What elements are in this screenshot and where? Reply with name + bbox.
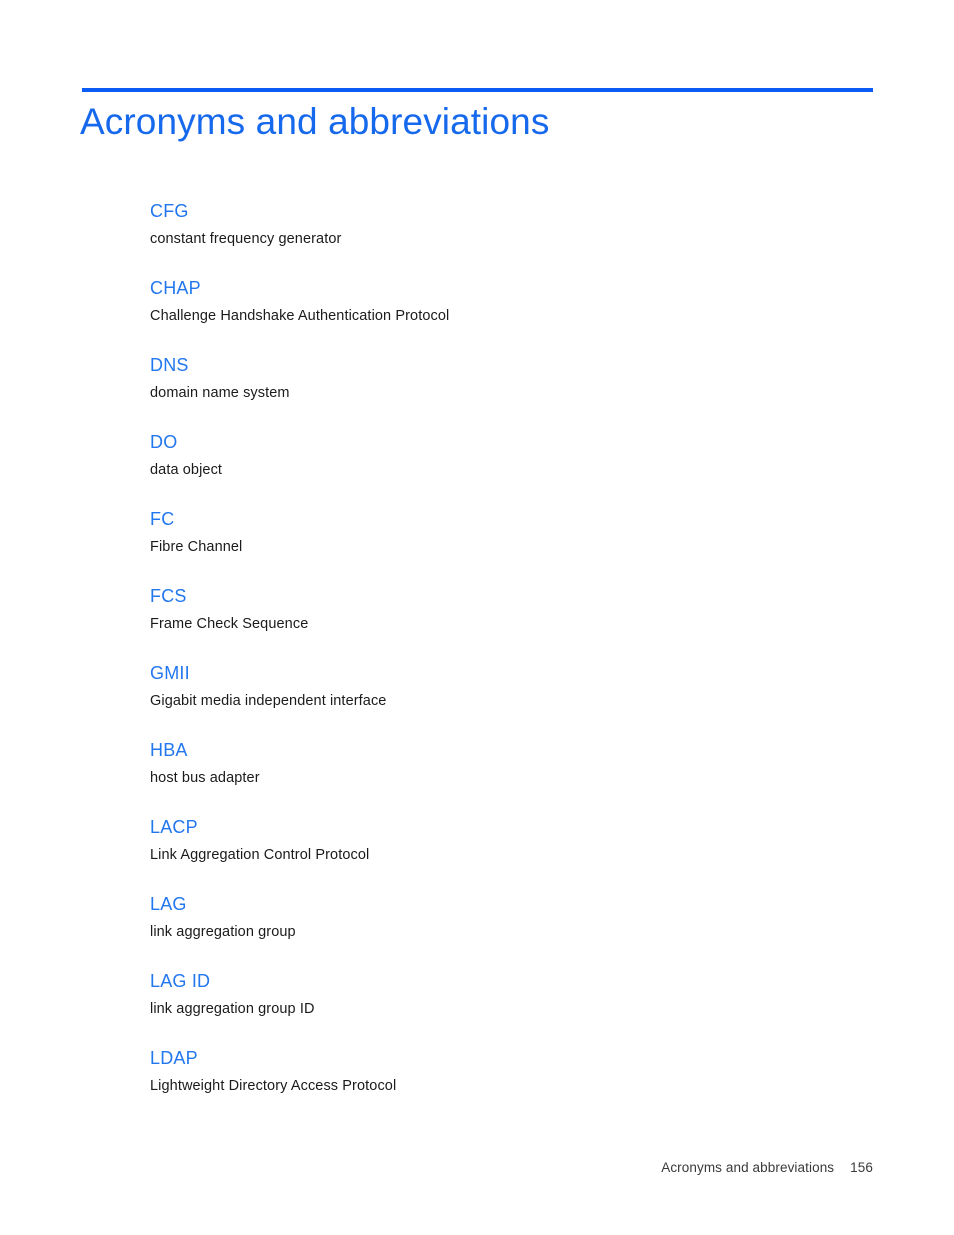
glossary-term: HBA [150,740,188,760]
glossary-entry: HBA host bus adapter [150,739,850,788]
glossary-entry: DO data object [150,431,850,480]
glossary-definition: host bus adapter [150,770,260,786]
glossary-term: FCS [150,586,187,606]
page-title: Acronyms and abbreviations [80,101,550,142]
footer-section-label: Acronyms and abbreviations [661,1160,835,1175]
glossary-entry: FC Fibre Channel [150,508,850,557]
glossary-term: FC [150,509,175,529]
glossary-term: DO [150,432,178,452]
glossary-entry: DNS domain name system [150,354,850,403]
glossary-definition: Gigabit media independent interface [150,693,387,709]
glossary-entry: GMII Gigabit media independent interface [150,662,850,711]
glossary-term: LACP [150,817,198,837]
glossary-entry: FCS Frame Check Sequence [150,585,850,634]
document-page: Acronyms and abbreviations CFG constant … [0,0,954,1235]
glossary-list: CFG constant frequency generator CHAP Ch… [150,200,850,1096]
glossary-entry: CHAP Challenge Handshake Authentication … [150,277,850,326]
glossary-entry: LAG link aggregation group [150,893,850,942]
glossary-definition: link aggregation group [150,924,296,940]
footer-page-number: 156 [850,1160,873,1175]
glossary-definition: Challenge Handshake Authentication Proto… [150,308,450,324]
glossary-term: CHAP [150,278,201,298]
glossary-entry: LDAP Lightweight Directory Access Protoc… [150,1047,850,1096]
glossary-definition: Lightweight Directory Access Protocol [150,1078,397,1094]
glossary-definition: link aggregation group ID [150,1001,315,1017]
glossary-term: DNS [150,355,189,375]
glossary-term: LAG [150,894,187,914]
glossary-definition: data object [150,462,223,478]
glossary-entry: LAG ID link aggregation group ID [150,970,850,1019]
glossary-definition: Fibre Channel [150,539,243,555]
glossary-term: CFG [150,201,189,221]
glossary-entry: CFG constant frequency generator [150,200,850,249]
glossary-definition: Link Aggregation Control Protocol [150,847,370,863]
glossary-entry: LACP Link Aggregation Control Protocol [150,816,850,865]
glossary-definition: domain name system [150,385,290,401]
title-divider-rule [82,88,873,92]
glossary-definition: constant frequency generator [150,231,342,247]
glossary-term: LAG ID [150,971,211,991]
glossary-term: LDAP [150,1048,198,1068]
glossary-definition: Frame Check Sequence [150,616,309,632]
page-footer: Acronyms and abbreviations 156 [82,1158,873,1178]
glossary-term: GMII [150,663,190,683]
